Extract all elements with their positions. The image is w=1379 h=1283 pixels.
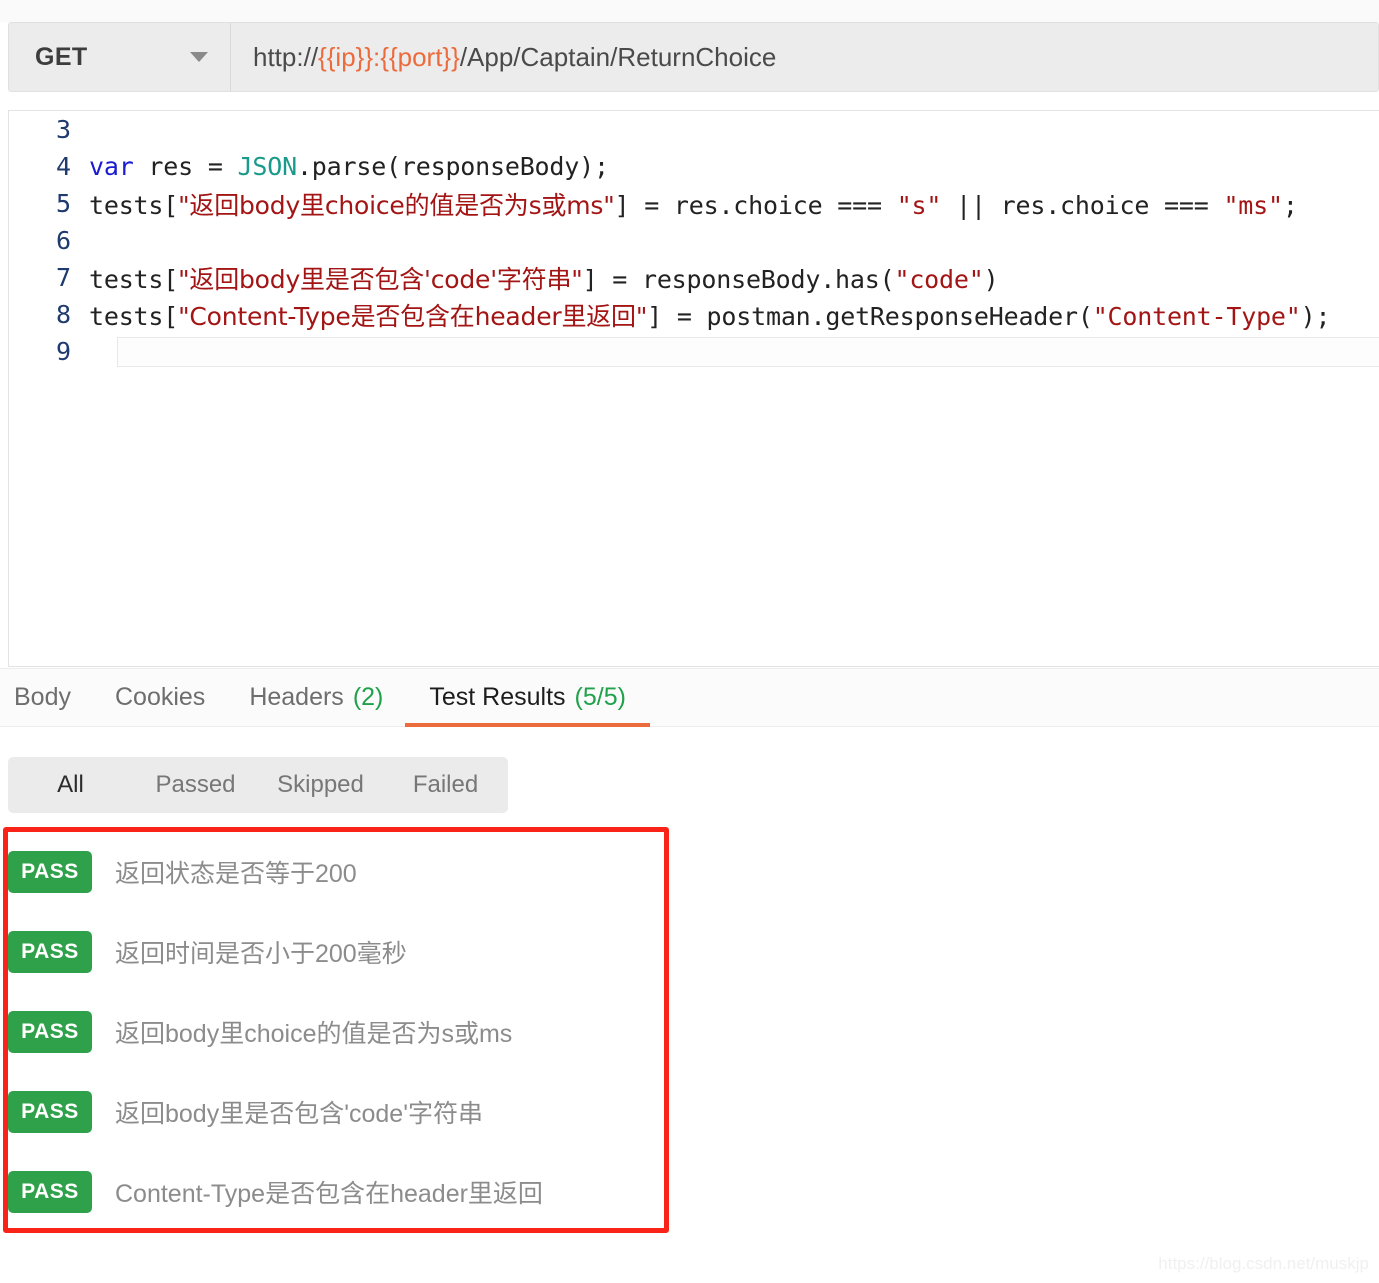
tab-label: Test Results — [429, 683, 566, 711]
test-name: 返回body里choice的值是否为s或ms — [115, 1020, 513, 1048]
tab-count-badge: (5/5) — [574, 683, 626, 711]
token-text: ; — [1282, 190, 1298, 220]
request-url-input[interactable]: http://{{ip}}: {{port}}/App/Captain/Retur… — [231, 23, 1378, 91]
token-text: res = — [133, 152, 238, 181]
token-text: ] = postman.getResponseHeader( — [647, 301, 1093, 331]
postman-screenshot: GET http://{{ip}}: {{port}}/App/Captain/R… — [0, 0, 1379, 1283]
tab-label: Body — [14, 683, 71, 711]
url-variable-port: {{port}} — [380, 41, 460, 72]
test-name: 返回body里是否包含'code'字符串 — [115, 1100, 483, 1128]
code-line-7: 7 tests["返回body里是否包含'code'字符串"] = respon… — [9, 259, 1379, 296]
token-string: "返回body里choice的值是否为s或ms" — [178, 190, 615, 220]
token-text: tests[ — [89, 301, 179, 331]
code-line-9: 9 — [9, 333, 1379, 370]
line-number: 8 — [55, 300, 71, 329]
request-url-bar: GET http://{{ip}}: {{port}}/App/Captain/R… — [8, 22, 1379, 92]
code-line-6: 6 — [9, 222, 1379, 259]
test-result-row[interactable]: PASS 返回时间是否小于200毫秒 — [8, 912, 663, 992]
status-badge: PASS — [8, 851, 92, 893]
url-variable-ip: {{ip}} — [318, 41, 374, 72]
token-string: "code" — [894, 264, 984, 294]
token-string: "返回body里是否包含'code'字符串" — [178, 264, 583, 294]
line-number: 9 — [55, 337, 71, 366]
token-class-json: JSON — [237, 152, 298, 181]
token-string: "Content-Type是否包含在header里返回" — [178, 301, 648, 331]
code-content: var res = JSON.parse(responseBody); — [89, 152, 609, 181]
status-badge: PASS — [8, 1091, 92, 1133]
status-badge: PASS — [8, 931, 92, 973]
test-results-list: PASS 返回状态是否等于200 PASS 返回时间是否小于200毫秒 PASS… — [8, 832, 663, 1232]
status-badge: PASS — [8, 1011, 92, 1053]
line-number: 6 — [55, 226, 71, 255]
tab-body[interactable]: Body — [0, 669, 93, 727]
filter-skipped[interactable]: Skipped — [258, 771, 383, 799]
token-string: "ms" — [1223, 190, 1283, 220]
response-tab-bar: Body Cookies Headers (2) Test Results (5… — [0, 669, 1379, 727]
code-line-5: 5 tests["返回body里choice的值是否为s或ms"] = res.… — [9, 185, 1379, 222]
token-text: ] = res.choice === — [614, 190, 897, 220]
token-text: .parse(responseBody); — [296, 152, 609, 181]
tests-script-editor[interactable]: 3 4 var res = JSON.parse(responseBody); … — [8, 110, 1379, 667]
tab-headers[interactable]: Headers (2) — [227, 669, 405, 727]
token-text: ] = responseBody.has( — [582, 264, 895, 294]
filter-passed[interactable]: Passed — [133, 771, 258, 799]
line-number: 3 — [55, 115, 71, 144]
token-text: ); — [1300, 301, 1331, 331]
code-line-3: 3 — [9, 111, 1379, 148]
url-path: /App/Captain/ReturnChoice — [459, 41, 777, 72]
watermark: https://blog.csdn.net/muskjp — [1158, 1254, 1369, 1273]
code-content: tests["Content-Type是否包含在header里返回"] = po… — [89, 297, 1331, 333]
token-text: tests[ — [89, 264, 179, 294]
code-content: tests["返回body里是否包含'code'字符串"] = response… — [89, 260, 999, 296]
http-method-label: GET — [35, 42, 88, 71]
line-number: 5 — [55, 189, 71, 218]
filter-all[interactable]: All — [8, 771, 133, 799]
token-text: || res.choice === — [941, 190, 1224, 220]
test-result-row[interactable]: PASS 返回body里是否包含'code'字符串 — [8, 1072, 663, 1152]
line-number: 7 — [55, 263, 71, 292]
token-string: "Content-Type" — [1092, 301, 1301, 331]
token-keyword-var: var — [89, 152, 134, 181]
tab-label: Cookies — [114, 683, 206, 711]
chevron-down-icon — [190, 52, 208, 62]
http-method-dropdown[interactable]: GET — [9, 23, 231, 91]
test-result-row[interactable]: PASS 返回body里choice的值是否为s或ms — [8, 992, 663, 1072]
tab-underline — [405, 722, 650, 727]
tab-cookies[interactable]: Cookies — [93, 669, 227, 727]
token-text: tests[ — [89, 190, 179, 220]
test-name: 返回时间是否小于200毫秒 — [115, 940, 407, 968]
test-result-row[interactable]: PASS 返回状态是否等于200 — [8, 832, 663, 912]
filter-failed[interactable]: Failed — [383, 771, 508, 799]
test-result-row[interactable]: PASS Content-Type是否包含在header里返回 — [8, 1152, 663, 1232]
code-content: tests["返回body里choice的值是否为s或ms"] = res.ch… — [89, 186, 1298, 222]
token-text: ) — [983, 264, 999, 294]
tab-count-badge: (2) — [352, 683, 384, 711]
token-string: "s" — [896, 190, 942, 220]
status-badge: PASS — [8, 1171, 92, 1213]
code-line-8: 8 tests["Content-Type是否包含在header里返回"] = … — [9, 296, 1379, 333]
url-scheme: http:// — [253, 41, 319, 72]
test-name: 返回状态是否等于200 — [115, 860, 357, 888]
test-name: Content-Type是否包含在header里返回 — [115, 1180, 543, 1208]
line-number: 4 — [55, 152, 71, 181]
tab-test-results[interactable]: Test Results (5/5) — [405, 669, 650, 727]
active-line-cursor-box[interactable] — [117, 336, 1379, 367]
code-line-4: 4 var res = JSON.parse(responseBody); — [9, 148, 1379, 185]
url-colon: : — [373, 41, 381, 72]
top-background-band — [0, 0, 1379, 22]
test-result-filter-group: All Passed Skipped Failed — [8, 757, 508, 813]
tab-label: Headers — [249, 683, 344, 711]
